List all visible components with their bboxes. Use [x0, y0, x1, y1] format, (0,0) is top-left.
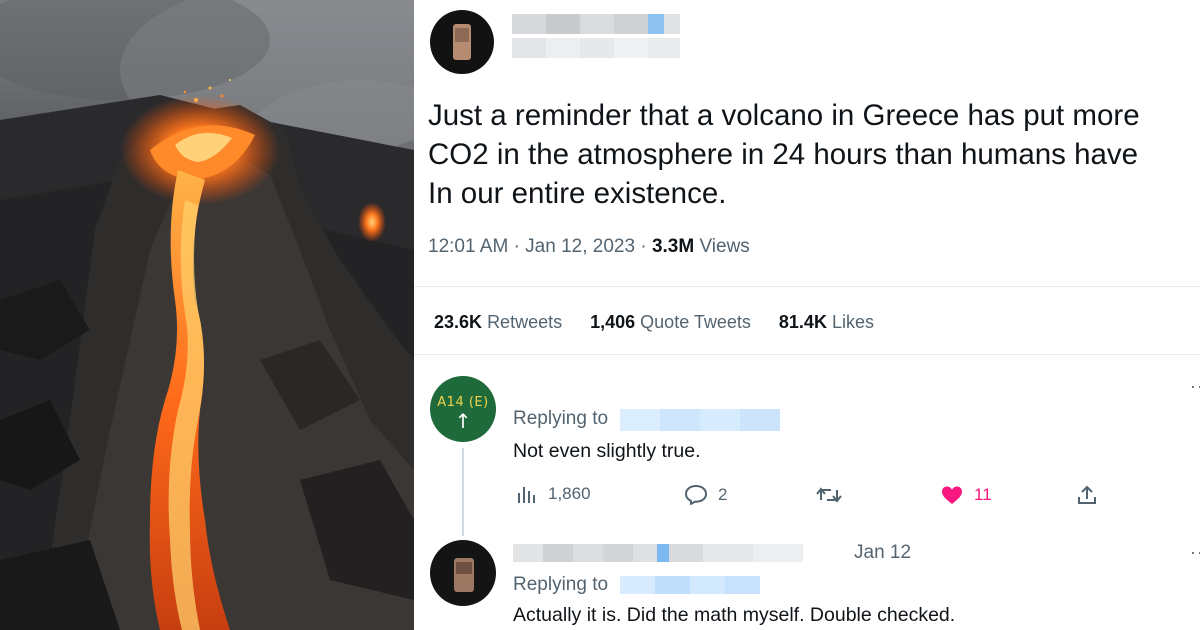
- avatar-face-blur-shade: [455, 28, 469, 42]
- reply2-replying-to: Replying to: [513, 574, 609, 595]
- divider-bottom: [414, 354, 1200, 355]
- more-options-icon[interactable]: ··: [1190, 376, 1200, 397]
- tweet-panel: Just a reminder that a volcano in Greece…: [414, 0, 1200, 630]
- heart-icon: [942, 486, 962, 504]
- analytics-icon: [518, 487, 535, 503]
- reply1-replying-to: Replying to: [513, 408, 609, 429]
- divider-top: [414, 286, 1200, 287]
- reply2-date[interactable]: Jan 12: [854, 542, 911, 564]
- tweet-date[interactable]: Jan 12, 2023: [525, 236, 635, 257]
- tweet-stats: 23.6K Retweets 1,406 Quote Tweets 81.4K …: [434, 312, 874, 333]
- author-handle-pixelated[interactable]: [512, 38, 682, 60]
- reply2-text: Actually it is. Did the math myself. Dou…: [513, 604, 956, 626]
- likes-stat[interactable]: 81.4K Likes: [779, 312, 874, 333]
- reply2-name-pixelated[interactable]: [513, 544, 843, 564]
- views-action[interactable]: 1,860: [516, 484, 591, 504]
- reply1-mention-pixelated[interactable]: [620, 409, 780, 431]
- thread-line: [462, 448, 464, 536]
- share-action[interactable]: [1076, 484, 1098, 506]
- share-icon: [1078, 485, 1096, 504]
- reply1-text: Not even slightly true.: [513, 440, 701, 462]
- retweets-stat[interactable]: 23.6K Retweets: [434, 312, 562, 333]
- retweets-count: 23.6K: [434, 312, 483, 332]
- likes-label: Likes: [831, 312, 874, 332]
- meta-separator: ·: [513, 236, 526, 257]
- quotes-label: Quote Tweets: [640, 312, 751, 332]
- like-action[interactable]: 11: [940, 484, 992, 506]
- tweet-meta: 12:01 AM · Jan 12, 2023 · 3.3M Views: [428, 236, 750, 258]
- reply1-avatar[interactable]: A14 (E) ↑: [430, 376, 496, 442]
- views-count: 3.3M: [651, 236, 695, 257]
- meta-separator: ·: [640, 236, 652, 257]
- views-label: Views: [699, 236, 750, 257]
- arrow-up-icon: ↑: [454, 409, 472, 433]
- reply1-views: 1,860: [548, 484, 591, 503]
- quote-tweets-stat[interactable]: 1,406 Quote Tweets: [590, 312, 751, 333]
- retweet-icon: [816, 487, 842, 503]
- reply-bubble-icon: [685, 485, 707, 505]
- retweet-action[interactable]: [816, 484, 842, 506]
- reply2-avatar[interactable]: [430, 540, 496, 606]
- likes-count: 81.4K: [778, 312, 827, 332]
- author-avatar[interactable]: [430, 10, 494, 74]
- retweets-label: Retweets: [487, 312, 563, 332]
- volcano-photo: [0, 0, 414, 630]
- reply2-mention-pixelated[interactable]: [620, 576, 760, 594]
- tweet-text: Just a reminder that a volcano in Greece…: [428, 99, 1140, 210]
- avatar-face-blur-shade: [456, 562, 472, 574]
- more-options-icon[interactable]: ··: [1190, 542, 1200, 563]
- tweet-time[interactable]: 12:01 AM: [428, 236, 508, 257]
- avatar-sign-text: A14 (E): [437, 395, 489, 410]
- quotes-count: 1,406: [590, 312, 636, 332]
- reply1-likes: 11: [974, 485, 992, 504]
- reply1-replies: 2: [718, 485, 728, 504]
- reply-action[interactable]: 2: [684, 484, 727, 506]
- author-name-pixelated[interactable]: [512, 14, 682, 36]
